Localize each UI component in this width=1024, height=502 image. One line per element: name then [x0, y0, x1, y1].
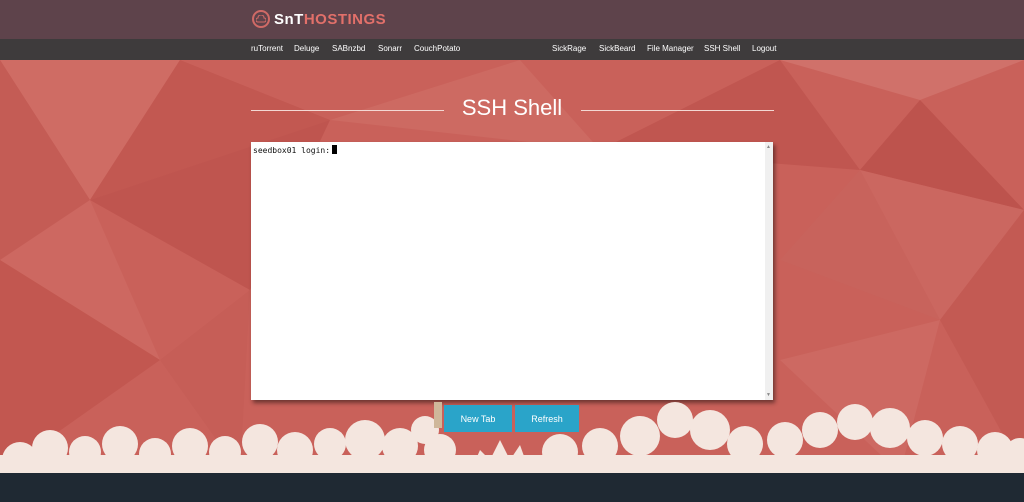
brand-part1: SnT	[274, 10, 304, 28]
refresh-button[interactable]: Refresh	[515, 405, 579, 432]
terminal-line: seedbox01 login:	[253, 145, 338, 155]
terminal-cursor	[332, 145, 338, 154]
main-nav: ruTorrent Deluge SABnzbd Sonarr CouchPot…	[0, 39, 1024, 60]
terminal-scrollbar[interactable]: ▲ ▼	[765, 142, 773, 400]
nav-item-sabnzbd[interactable]: SABnzbd	[332, 44, 365, 53]
terminal-prompt: seedbox01 login:	[253, 146, 331, 155]
new-tab-button[interactable]: New Tab	[444, 405, 512, 432]
nav-item-sickbeard[interactable]: SickBeard	[599, 44, 635, 53]
nav-item-rutorrent[interactable]: ruTorrent	[251, 44, 283, 53]
arrow-down-icon[interactable]: ▼	[766, 392, 771, 398]
ssh-terminal[interactable]: seedbox01 login: ▲ ▼	[251, 142, 773, 400]
arrow-up-icon[interactable]: ▲	[766, 144, 771, 150]
page-title: SSH Shell	[461, 95, 563, 120]
cloud-decoration	[0, 402, 1024, 473]
footer	[0, 473, 1024, 502]
nav-item-couchpotato[interactable]: CouchPotato	[414, 44, 460, 53]
brand-part2: HOSTINGS	[303, 10, 387, 28]
nav-item-logout[interactable]: Logout	[752, 44, 776, 53]
nav-item-ssh-shell[interactable]: SSH Shell	[704, 44, 740, 53]
nav-item-sickrage[interactable]: SickRage	[552, 44, 586, 53]
top-bar: SnTHOSTINGS	[0, 0, 1024, 39]
cloud-icon	[252, 10, 270, 28]
logo[interactable]: SnTHOSTINGS	[252, 8, 386, 30]
nav-item-deluge[interactable]: Deluge	[294, 44, 319, 53]
rocket-body	[434, 402, 442, 428]
brand-name: SnTHOSTINGS	[274, 11, 386, 28]
nav-item-file-manager[interactable]: File Manager	[647, 44, 694, 53]
nav-item-sonarr[interactable]: Sonarr	[378, 44, 402, 53]
